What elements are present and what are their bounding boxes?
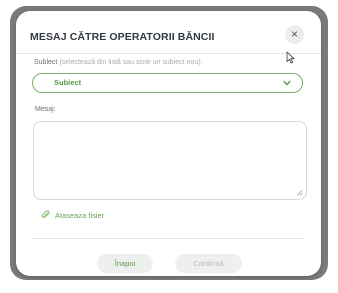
close-button[interactable]: × — [285, 25, 304, 44]
resize-handle-icon[interactable] — [296, 189, 303, 196]
back-button[interactable]: Înapoi — [97, 254, 153, 273]
footer-divider — [32, 238, 305, 239]
chevron-down-icon — [283, 80, 291, 86]
dialog-title: MESAJ CĂTRE OPERATORII BĂNCII — [30, 31, 215, 43]
subject-hint: (selectează din listă sau scrie un subie… — [59, 59, 203, 66]
subject-select[interactable]: Subiect — [32, 73, 303, 93]
message-dialog: MESAJ CĂTRE OPERATORII BĂNCII × Sublect … — [16, 11, 321, 276]
header-divider — [16, 53, 321, 54]
confirm-button[interactable]: Confirmă — [175, 254, 242, 273]
subject-label-text: Sublect — [34, 59, 58, 66]
close-icon: × — [290, 27, 298, 41]
subject-selected-value: Subiect — [54, 78, 82, 87]
attach-file-label: Ataseaza fisier — [55, 210, 105, 220]
subject-label: Sublect (selectează din listă sau scrie … — [34, 59, 203, 66]
message-label: Mesaj: — [35, 106, 56, 113]
attach-file-link[interactable]: Ataseaza fisier — [40, 210, 104, 220]
mouse-cursor-icon — [286, 51, 295, 64]
message-textarea[interactable] — [33, 121, 307, 200]
paperclip-icon — [41, 210, 50, 219]
